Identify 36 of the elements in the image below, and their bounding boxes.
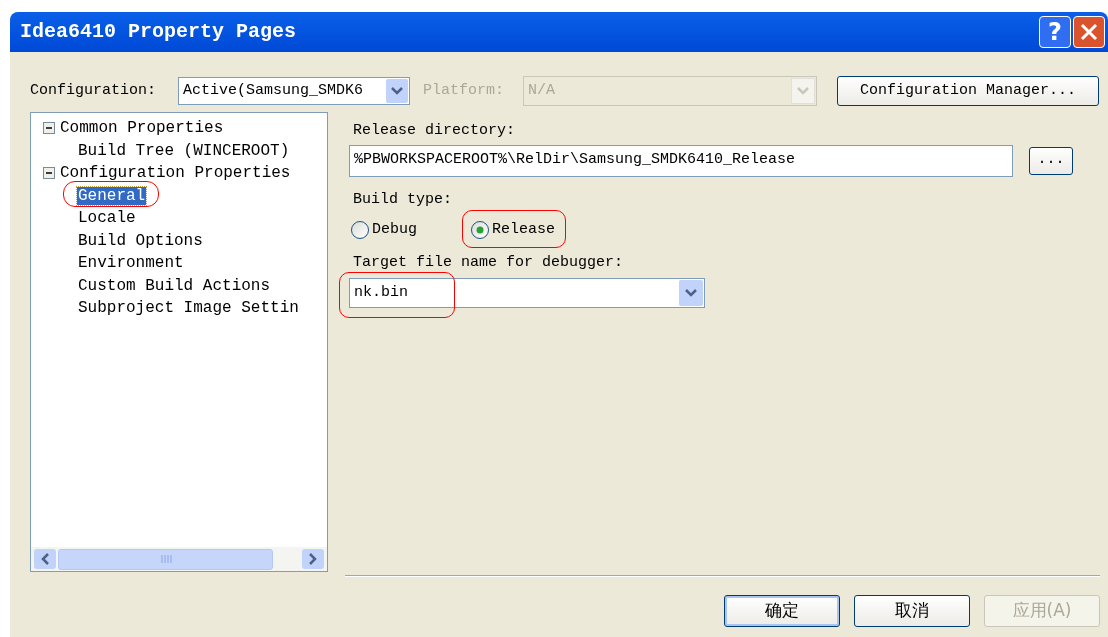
close-button[interactable]	[1073, 16, 1105, 48]
build-type-label: Build type:	[353, 189, 454, 210]
tree-item[interactable]: Build Tree (WINCEROOT)	[77, 141, 291, 160]
collapse-icon[interactable]	[43, 167, 55, 180]
window-title: Idea6410 Property Pages	[20, 19, 298, 45]
tree-item[interactable]: Common Properties	[59, 119, 225, 138]
tree-item[interactable]: Build Options	[77, 231, 204, 250]
help-button[interactable]: ?	[1039, 16, 1071, 48]
platform-label: Platform:	[423, 80, 505, 101]
horizontal-scrollbar[interactable]	[31, 547, 327, 571]
target-file-label: Target file name for debugger:	[353, 252, 625, 273]
radio-button[interactable]	[471, 221, 489, 240]
scroll-right-icon[interactable]	[302, 549, 324, 569]
tree-item[interactable]: Subproject Image Settin	[77, 299, 300, 318]
tree-item[interactable]: Configuration Properties	[59, 164, 292, 183]
release-directory-field[interactable]: %PBWORKSPACEROOT%\RelDir\Samsung_SMDK6410_Release	[349, 144, 1013, 177]
radio-button[interactable]	[351, 221, 369, 240]
configuration-label: Configuration:	[30, 80, 158, 101]
radio-label[interactable]: Release	[492, 219, 556, 242]
dialog-button[interactable]: 取消	[854, 595, 970, 627]
radio-label[interactable]: Debug	[372, 219, 417, 242]
release-directory-label: Release directory:	[353, 121, 517, 141]
target-file-dropdown[interactable]: nk.bin	[349, 278, 705, 308]
browse-button[interactable]: ...	[1029, 146, 1073, 175]
radio-dot-icon	[476, 226, 484, 235]
close-icon	[1080, 23, 1098, 41]
scroll-thumb[interactable]	[58, 548, 273, 570]
configuration-manager-button[interactable]: Configuration Manager...	[837, 76, 1099, 106]
configuration-dropdown[interactable]: Active(Samsung_SMDK6	[178, 77, 410, 105]
dialog-button[interactable]: 确定	[724, 595, 840, 627]
tree-item[interactable]: Custom Build Actions	[77, 276, 272, 295]
collapse-icon[interactable]	[43, 122, 55, 135]
tree-item[interactable]: Locale	[77, 209, 137, 228]
scroll-left-icon[interactable]	[34, 549, 56, 569]
tree-item[interactable]: Environment	[77, 254, 185, 273]
tree-item[interactable]: General	[77, 186, 147, 205]
